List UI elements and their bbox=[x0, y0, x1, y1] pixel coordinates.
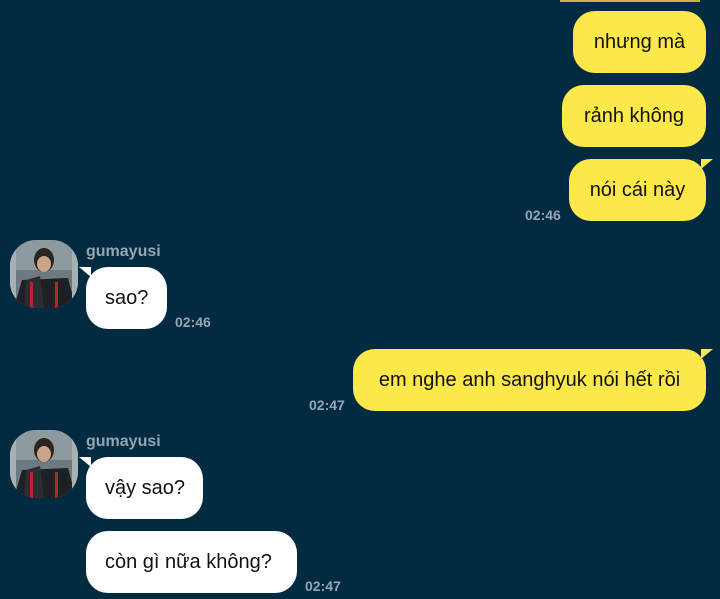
bubble-tail bbox=[701, 159, 713, 169]
message-timestamp: 02:47 bbox=[305, 578, 341, 594]
bubble-tail bbox=[79, 457, 91, 467]
message-text: em nghe anh sanghyuk nói hết rồi bbox=[378, 368, 681, 391]
message-timestamp: 02:46 bbox=[175, 314, 211, 330]
message-text: còn gì nữa không? bbox=[105, 550, 272, 573]
avatar[interactable] bbox=[10, 430, 78, 498]
message-text: vậy sao? bbox=[105, 476, 186, 499]
message-text: sao? bbox=[105, 286, 149, 309]
sender-name: gumayusi bbox=[86, 243, 161, 260]
incoming-message-bubble[interactable]: sao? bbox=[79, 267, 167, 329]
previous-message-edge bbox=[560, 0, 700, 2]
bubble-tail bbox=[701, 349, 713, 359]
message-text: rảnh không bbox=[583, 104, 685, 127]
person-photo-icon bbox=[10, 240, 78, 308]
bubble-tail bbox=[79, 267, 91, 277]
person-photo-icon bbox=[10, 430, 78, 498]
message-text: nhưng mà bbox=[593, 30, 686, 53]
chat-view[interactable]: nhưng mà rảnh không nói cái này 02:46 gu… bbox=[0, 0, 720, 599]
sender-name: gumayusi bbox=[86, 433, 161, 450]
incoming-message-bubble[interactable]: vậy sao? bbox=[79, 457, 203, 519]
message-timestamp: 02:47 bbox=[309, 397, 345, 413]
outgoing-message-bubble[interactable]: nhưng mà bbox=[573, 11, 706, 73]
outgoing-message-bubble[interactable]: rảnh không bbox=[562, 85, 706, 147]
incoming-message-bubble[interactable]: còn gì nữa không? bbox=[86, 531, 297, 593]
message-text: nói cái này bbox=[589, 178, 686, 201]
avatar[interactable] bbox=[10, 240, 78, 308]
outgoing-message-bubble[interactable]: nói cái này bbox=[569, 159, 713, 221]
message-timestamp: 02:46 bbox=[525, 207, 561, 223]
outgoing-message-bubble[interactable]: em nghe anh sanghyuk nói hết rồi bbox=[353, 349, 713, 411]
